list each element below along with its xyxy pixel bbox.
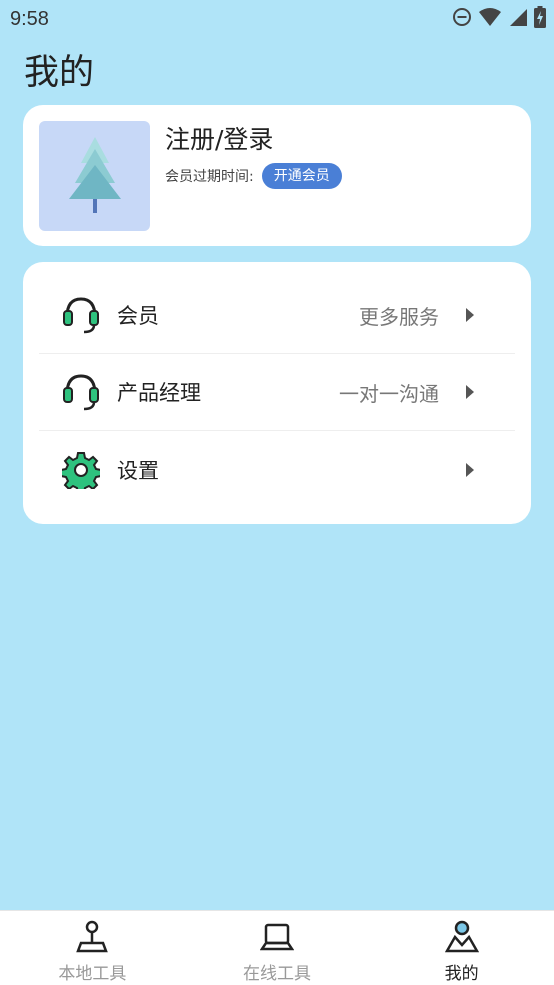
tab-online-tools[interactable]: 在线工具 bbox=[185, 911, 370, 985]
gear-icon bbox=[61, 450, 101, 490]
menu-item-value: 更多服务 bbox=[359, 304, 439, 329]
open-member-button[interactable]: 开通会员 bbox=[261, 163, 342, 189]
menu-item-label: 产品经理 bbox=[117, 381, 201, 405]
profile-icon bbox=[444, 919, 479, 957]
status-bar: 9:58 bbox=[0, 0, 554, 38]
joystick-icon bbox=[75, 919, 109, 957]
status-time: 9:58 bbox=[10, 7, 49, 30]
member-expiry-label: 会员过期时间: bbox=[165, 169, 254, 185]
tab-label: 在线工具 bbox=[243, 964, 311, 984]
tab-label: 本地工具 bbox=[58, 964, 127, 984]
headset-icon bbox=[61, 295, 101, 335]
menu-item-product-manager[interactable]: 产品经理 一对一沟通 bbox=[39, 354, 515, 431]
tree-avatar-icon bbox=[68, 137, 121, 213]
do-not-disturb-icon bbox=[452, 7, 472, 31]
chevron-right-icon bbox=[465, 307, 477, 323]
status-icons bbox=[452, 6, 546, 32]
chevron-right-icon bbox=[465, 384, 477, 400]
menu-item-member[interactable]: 会员 更多服务 bbox=[39, 277, 515, 354]
avatar[interactable] bbox=[39, 121, 150, 231]
laptop-icon bbox=[259, 919, 295, 957]
tab-local-tools[interactable]: 本地工具 bbox=[0, 911, 185, 985]
signal-icon bbox=[508, 7, 528, 31]
tab-label: 我的 bbox=[444, 964, 479, 984]
menu-item-label: 设置 bbox=[117, 458, 159, 483]
menu-card: 会员 更多服务 产品经理 一对一沟通 设置 bbox=[23, 262, 531, 524]
profile-card[interactable]: 注册/登录 会员过期时间: 开通会员 bbox=[23, 105, 531, 246]
menu-item-label: 会员 bbox=[117, 304, 159, 328]
chevron-right-icon bbox=[465, 462, 477, 478]
page-title: 我的 bbox=[24, 53, 95, 93]
member-expiry-row: 会员过期时间: 开通会员 bbox=[165, 163, 342, 189]
menu-item-settings[interactable]: 设置 bbox=[39, 431, 515, 508]
menu-item-value: 一对一沟通 bbox=[339, 381, 439, 406]
tab-mine[interactable]: 我的 bbox=[369, 911, 554, 985]
bottom-tab-bar: 本地工具 在线工具 我的 bbox=[0, 910, 554, 985]
battery-icon bbox=[534, 6, 546, 32]
login-register-link[interactable]: 注册/登录 bbox=[165, 120, 273, 156]
headset-icon bbox=[61, 372, 101, 412]
wifi-icon bbox=[478, 7, 502, 31]
